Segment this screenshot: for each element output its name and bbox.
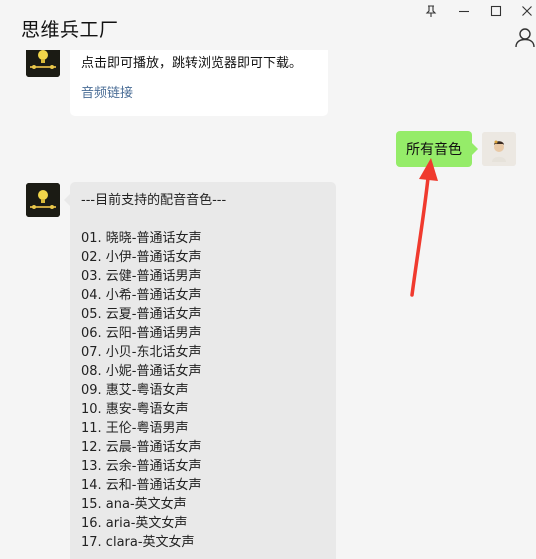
voice-list-item: 12. 云晨-普通话女声	[81, 440, 202, 455]
voice-list-item: 07. 小贝-东北话女声	[81, 345, 202, 360]
audio-link[interactable]: 音频链接	[81, 82, 133, 101]
voice-list-item: 08. 小妮-普通话女声	[81, 364, 202, 379]
voice-list-item: 15. ana-英文女声	[81, 497, 187, 512]
voice-list-item: 17. clara-英文女声	[81, 535, 195, 550]
voice-list-bubble[interactable]: ---目前支持的配音音色--- 01. 晓晓-普通话女声 02. 小伊-普通话女…	[64, 182, 336, 559]
voice-list-item: 06. 云阳-普通话男声	[81, 326, 202, 341]
user-message-bubble[interactable]: 所有音色	[396, 131, 478, 167]
voice-list-item: 02. 小伊-普通话女声	[81, 250, 202, 265]
voice-list-item: 05. 云夏-普通话女声	[81, 307, 202, 322]
bot-avatar[interactable]	[26, 50, 60, 77]
chat-title: 思维兵工厂	[21, 19, 119, 41]
message-list[interactable]: 点击即可播放，跳转浏览器即可下载。 音频链接 所有音色 ---目前支持的配音音色…	[0, 50, 536, 559]
article-message-bubble[interactable]: 点击即可播放，跳转浏览器即可下载。 音频链接	[70, 50, 328, 116]
person-icon[interactable]	[514, 26, 536, 48]
user-avatar[interactable]	[482, 132, 516, 166]
voice-list-item: 14. 云和-普通话女声	[81, 478, 202, 493]
voice-list-item: 16. aria-英文女声	[81, 516, 188, 531]
pin-icon[interactable]	[418, 1, 444, 21]
voice-list-item: 13. 云余-普通话女声	[81, 459, 202, 474]
voice-list-item: 10. 惠安-粤语女声	[81, 402, 189, 417]
minimize-icon[interactable]	[451, 1, 477, 21]
close-icon[interactable]	[514, 1, 536, 21]
title-bar: 思维兵工厂	[0, 0, 536, 50]
message-text: 点击即可播放，跳转浏览器即可下载。	[81, 56, 303, 71]
user-message-text: 所有音色	[406, 142, 462, 158]
voice-list-item: 11. 王伦-粤语男声	[81, 421, 189, 436]
voice-list-item: 01. 晓晓-普通话女声	[81, 231, 202, 246]
chat-window: 思维兵工厂 点击即可播放，跳转浏览器即可下载。 音频链接 所有音色 ---目前支…	[0, 0, 536, 559]
voice-list-text: ---目前支持的配音音色--- 01. 晓晓-普通话女声 02. 小伊-普通话女…	[81, 191, 226, 552]
maximize-icon[interactable]	[483, 1, 509, 21]
voice-list-item: 03. 云健-普通话男声	[81, 269, 202, 284]
bot-avatar[interactable]	[26, 183, 60, 217]
voice-list-item: 09. 惠艾-粤语女声	[81, 383, 189, 398]
voice-list-item: 04. 小希-普通话女声	[81, 288, 202, 303]
voice-list-header: ---目前支持的配音音色---	[81, 193, 227, 208]
